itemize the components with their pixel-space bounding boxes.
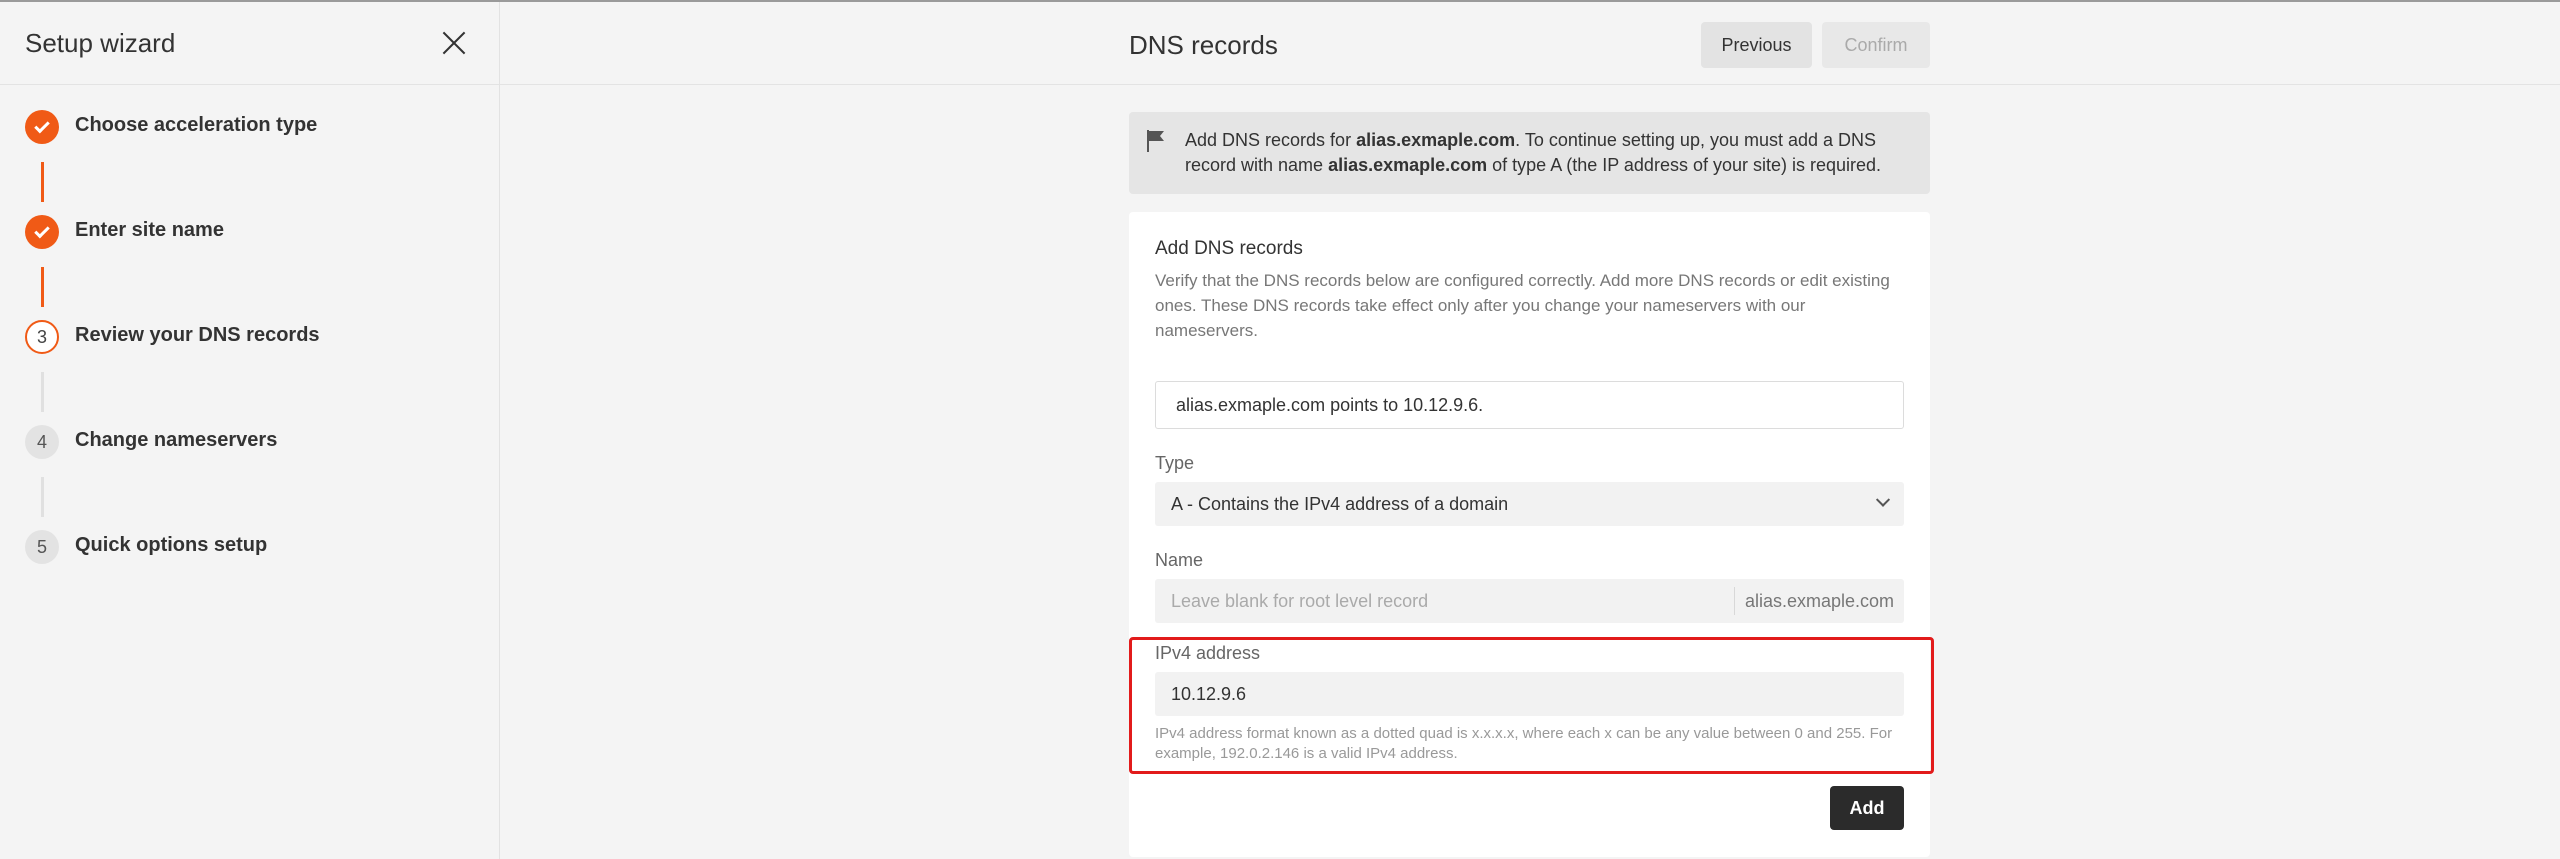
step-4-number: 4 <box>25 425 59 459</box>
step-connector <box>41 162 44 202</box>
add-dns-card: Add DNS records Verify that the DNS reco… <box>1129 212 1934 857</box>
highlight-box <box>1129 637 1934 774</box>
name-field[interactable]: Leave blank for root level record alias.… <box>1155 579 1904 623</box>
confirm-button[interactable]: Confirm <box>1822 22 1930 68</box>
card-title: Add DNS records <box>1155 238 1303 259</box>
step-5-label: Quick options setup <box>75 534 268 556</box>
notice-text-3: of type A (the IP address of your site) … <box>1487 155 1882 175</box>
dns-notice: Add DNS records for alias.exmaple.com. T… <box>1129 112 1930 194</box>
add-button[interactable]: Add <box>1830 786 1904 830</box>
step-3-number: 3 <box>25 320 59 354</box>
step-1-check-icon <box>25 110 59 144</box>
record-summary: alias.exmaple.com points to 10.12.9.6. <box>1155 381 1904 429</box>
step-2-check-icon <box>25 215 59 249</box>
name-suffix: alias.exmaple.com <box>1733 587 1904 615</box>
type-select[interactable]: A - Contains the IPv4 address of a domai… <box>1155 482 1904 526</box>
ipv4-section: IPv4 address 10.12.9.6 IPv4 address form… <box>1129 637 1934 774</box>
sidebar-header: Setup wizard <box>0 2 499 85</box>
notice-text-1: Add DNS records for <box>1185 130 1357 150</box>
card-description: Verify that the DNS records below are co… <box>1155 271 1890 340</box>
step-connector <box>41 267 44 307</box>
notice-domain: alias.exmaple.com <box>1328 155 1488 175</box>
previous-button[interactable]: Previous <box>1701 22 1812 68</box>
name-label: Name <box>1155 550 1204 570</box>
name-input[interactable]: Leave blank for root level record <box>1155 591 1734 612</box>
type-select-value: A - Contains the IPv4 address of a domai… <box>1171 493 1509 514</box>
step-3-label: Review your DNS records <box>75 324 320 346</box>
close-icon[interactable] <box>439 28 469 58</box>
step-4-label: Change nameservers <box>75 429 278 451</box>
step-2-label: Enter site name <box>75 219 224 241</box>
chevron-down-icon <box>1875 492 1891 507</box>
main-content: Add DNS records for alias.exmaple.com. T… <box>1129 112 1934 857</box>
page-header: DNS records Previous Confirm <box>500 2 2560 85</box>
step-1-label: Choose acceleration type <box>75 114 318 136</box>
step-5-number: 5 <box>25 530 59 564</box>
sidebar-title: Setup wizard <box>25 27 176 58</box>
page-title: DNS records <box>1129 30 1278 60</box>
type-label: Type <box>1155 453 1195 473</box>
step-connector <box>41 477 44 517</box>
flag-icon <box>1147 130 1164 152</box>
setup-wizard-sidebar: Setup wizard Choose acceleration type En… <box>0 2 500 859</box>
step-connector <box>41 372 44 412</box>
notice-domain: alias.exmaple.com <box>1356 130 1516 150</box>
